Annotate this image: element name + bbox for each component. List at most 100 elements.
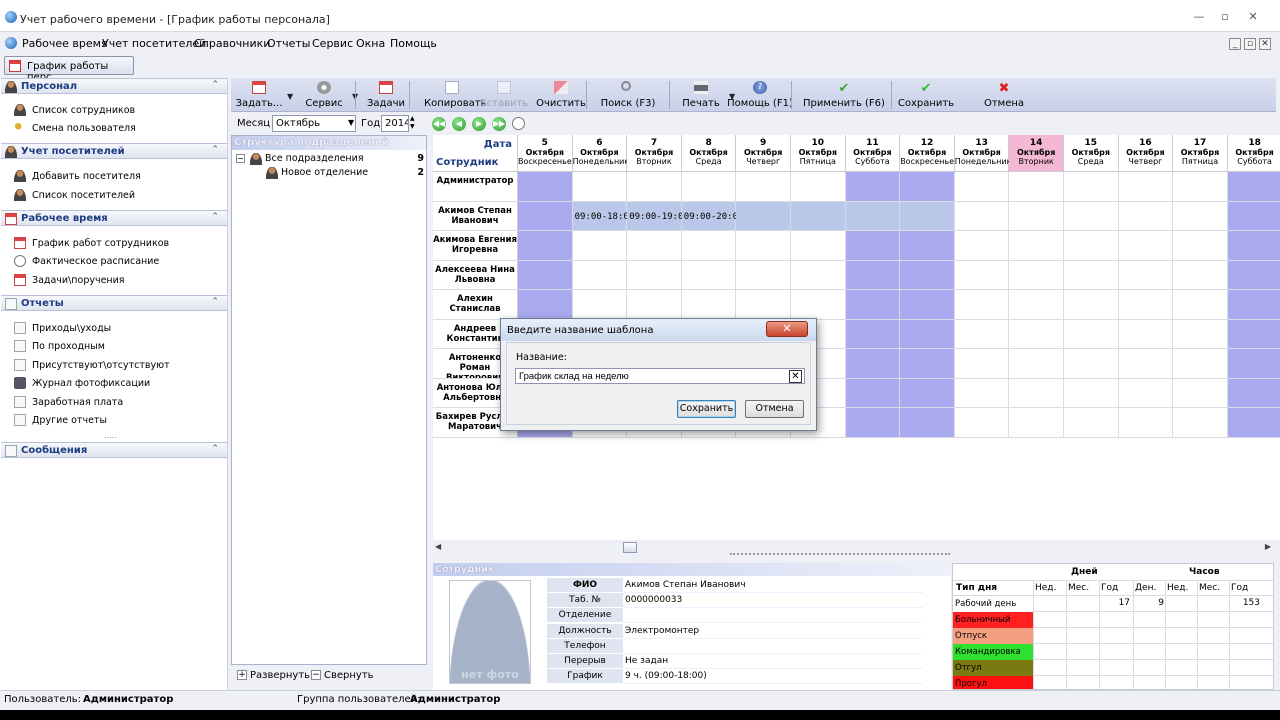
nav-item-actual-schedule[interactable]: Фактическое расписание [14, 253, 214, 269]
schedule-cell[interactable] [900, 319, 955, 349]
column-header[interactable]: 12 Октября Воскресенье [900, 135, 955, 172]
schedule-cell[interactable] [1064, 408, 1119, 438]
last-period-button[interactable]: ▶▶ [492, 117, 506, 131]
schedule-cell[interactable] [518, 172, 573, 202]
schedule-cell[interactable] [791, 260, 846, 290]
scroll-left-icon[interactable]: ◀ [435, 542, 441, 551]
schedule-cell[interactable]: 09:00-20:00 [681, 201, 743, 231]
schedule-cell[interactable] [572, 290, 628, 320]
column-header[interactable]: 8 Октября Среда [681, 135, 737, 172]
schedule-cell[interactable] [1173, 319, 1228, 349]
collapse-all-button[interactable]: − Свернуть [311, 670, 374, 681]
column-header[interactable]: 11 Октября Суббота [845, 135, 901, 172]
previous-period-button[interactable]: ◀ [452, 117, 466, 131]
schedule-cell[interactable] [518, 290, 573, 320]
scroll-thumb[interactable] [623, 542, 637, 553]
column-header[interactable]: 9 Октября Четверг [736, 135, 791, 172]
schedule-cell[interactable]: 09:00-19:00 [627, 201, 689, 231]
schedule-cell[interactable] [1118, 349, 1174, 379]
scroll-right-icon[interactable]: ▶ [1265, 542, 1271, 551]
expand-all-button[interactable]: + Развернуть [237, 670, 310, 681]
mdi-minimize-button[interactable]: _ [1229, 38, 1241, 50]
schedule-cell[interactable] [1064, 349, 1119, 379]
column-header[interactable]: 18 Октября Суббота [1227, 135, 1280, 172]
schedule-cell[interactable] [954, 260, 1010, 290]
column-header[interactable]: 6 Октября Понедельник [572, 135, 629, 172]
schedule-cell[interactable] [1227, 408, 1280, 438]
schedule-cell[interactable] [1009, 290, 1064, 320]
schedule-cell[interactable] [900, 290, 955, 320]
schedule-cell[interactable] [736, 231, 791, 261]
tree-collapse-icon[interactable]: − [236, 154, 245, 163]
nav-group-work-time[interactable]: Рабочее время ⌃ [1, 210, 227, 226]
row-header[interactable]: Акимов Степан Иванович [433, 201, 518, 231]
schedule-cell[interactable] [1064, 290, 1119, 320]
toolbar-button-2[interactable]: Задачи [361, 78, 411, 112]
schedule-cell[interactable] [1173, 408, 1228, 438]
nav-item-tasks[interactable]: Задачи\поручения [14, 272, 214, 288]
schedule-cell[interactable] [627, 172, 682, 202]
schedule-cell[interactable] [1173, 260, 1228, 290]
spinner-arrows-icon[interactable]: ▲ ▼ [410, 115, 415, 131]
nav-group-messages[interactable]: Сообщения ⌃ [1, 442, 227, 458]
toolbar-button-8[interactable]: ? Помощь (F1) [725, 78, 795, 112]
employee-photo[interactable]: нет фото [449, 580, 531, 684]
schedule-cell[interactable] [736, 260, 791, 290]
schedule-cell[interactable] [900, 408, 955, 438]
schedule-cell[interactable] [954, 319, 1010, 349]
schedule-cell[interactable] [1173, 172, 1228, 202]
schedule-cell[interactable] [791, 290, 846, 320]
mdi-restore-button[interactable]: ▫ [1244, 38, 1256, 50]
schedule-cell[interactable] [572, 172, 628, 202]
nav-item-switch-user[interactable]: Смена пользователя [14, 120, 214, 136]
schedule-cell[interactable] [1227, 260, 1280, 290]
column-header[interactable]: 14 Октября Вторник [1009, 135, 1064, 172]
chevron-down-icon[interactable]: ▼ [287, 92, 293, 101]
schedule-cell[interactable] [1009, 201, 1064, 231]
nav-item-add-visitor[interactable]: Добавить посетителя [14, 168, 214, 184]
maximize-button[interactable]: ▫ [1212, 10, 1238, 24]
document-tab[interactable]: График работы перс.. [4, 56, 134, 83]
schedule-cell[interactable] [954, 349, 1010, 379]
schedule-cell[interactable] [681, 231, 737, 261]
schedule-cell[interactable] [518, 201, 573, 231]
menu-help[interactable]: Помощь [390, 37, 437, 50]
schedule-cell[interactable] [627, 260, 682, 290]
dialog-close-button[interactable]: ✕ [766, 321, 808, 337]
today-clock-icon[interactable] [512, 117, 525, 130]
schedule-cell[interactable] [1227, 319, 1280, 349]
schedule-cell[interactable] [627, 231, 682, 261]
schedule-cell[interactable] [1227, 378, 1280, 408]
toolbar-button-6[interactable]: Поиск (F3) [593, 78, 663, 112]
schedule-cell[interactable] [572, 260, 628, 290]
schedule-cell[interactable] [791, 201, 846, 231]
nav-item-arrivals[interactable]: Приходы\уходы [14, 320, 214, 336]
schedule-cell[interactable] [1118, 172, 1174, 202]
tree-row-new-department[interactable]: Новое отделение 2 [234, 166, 424, 180]
column-header[interactable]: 16 Октября Четверг [1118, 135, 1174, 172]
row-header[interactable]: Алехин Станислав [433, 290, 518, 320]
schedule-cell[interactable] [845, 408, 901, 438]
schedule-cell[interactable] [845, 201, 901, 231]
collapse-icon[interactable]: ⌃ [211, 297, 219, 307]
nav-item-photo-log[interactable]: Журнал фотофиксации [14, 375, 214, 391]
schedule-cell[interactable] [1009, 408, 1064, 438]
schedule-cell[interactable] [627, 290, 682, 320]
toolbar-button-0[interactable]: Задать... [233, 78, 285, 112]
next-period-button[interactable]: ▶ [472, 117, 486, 131]
schedule-cell[interactable] [1064, 378, 1119, 408]
column-header[interactable]: 10 Октября Пятница [791, 135, 846, 172]
nav-item-employee-schedule[interactable]: График работ сотрудников [14, 235, 214, 251]
toolbar-button-4[interactable]: Вставить [479, 78, 529, 112]
schedule-cell[interactable] [736, 290, 791, 320]
schedule-cell[interactable] [1173, 290, 1228, 320]
schedule-cell[interactable] [1118, 201, 1174, 231]
schedule-cell[interactable] [1064, 201, 1119, 231]
schedule-cell[interactable] [954, 201, 1010, 231]
schedule-cell[interactable] [736, 172, 791, 202]
schedule-cell[interactable] [1009, 260, 1064, 290]
schedule-cell[interactable] [518, 231, 573, 261]
schedule-cell[interactable] [1173, 378, 1228, 408]
nav-item-salary[interactable]: Заработная плата [14, 394, 214, 410]
column-header[interactable]: 17 Октября Пятница [1173, 135, 1228, 172]
